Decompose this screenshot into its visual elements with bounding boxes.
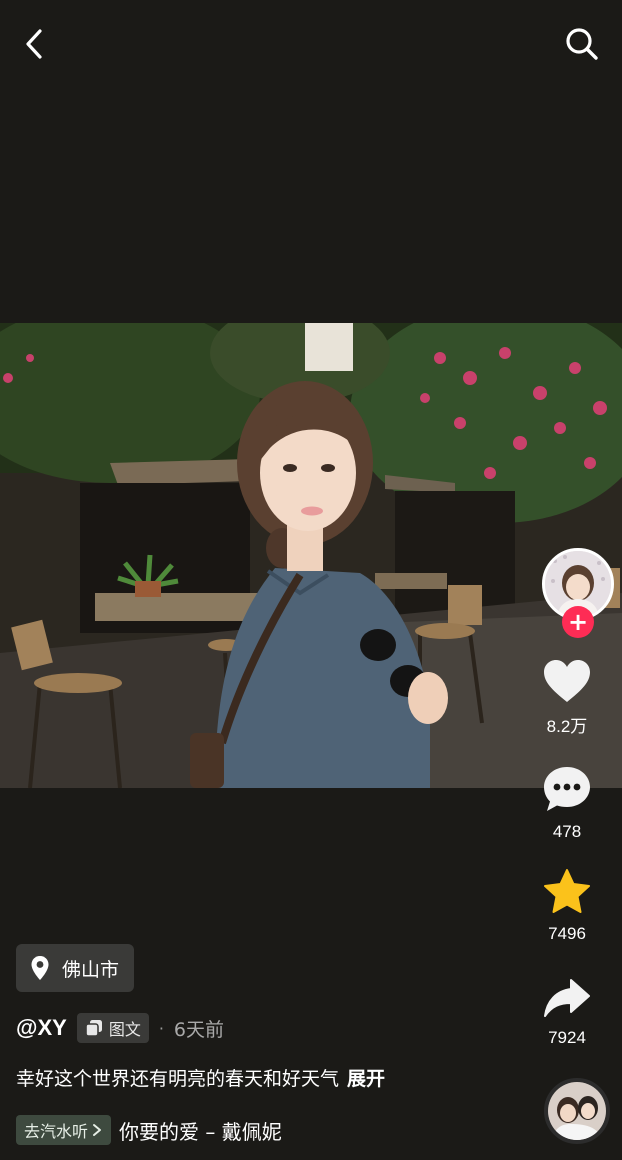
- chevron-left-icon: [26, 29, 42, 59]
- top-bar: [0, 0, 622, 90]
- post-type-label: 图文: [108, 1020, 141, 1039]
- location-tag[interactable]: 佛山市: [16, 944, 135, 992]
- location-pin-icon: [31, 956, 49, 980]
- like-button[interactable]: 8.2万: [512, 658, 622, 737]
- comment-button[interactable]: 478: [512, 764, 622, 842]
- music-row: 去汽水听 你要的爱 – 戴佩妮: [16, 1114, 282, 1146]
- location-label: 佛山市: [62, 958, 120, 981]
- chevron-right-icon: [93, 1124, 102, 1136]
- caption-text: 幸好这个世界还有明亮的春天和好天气: [16, 1068, 340, 1090]
- go-listen-label: 去汽水听: [24, 1122, 89, 1141]
- post-type-badge: 图文: [76, 1013, 149, 1043]
- go-listen-button[interactable]: 去汽水听: [16, 1115, 112, 1145]
- favorite-count: 7496: [548, 924, 586, 943]
- post-time: 6天前: [173, 1018, 225, 1041]
- music-cover-icon: [548, 1082, 606, 1140]
- separator-dot: ·: [158, 1018, 164, 1038]
- comment-count: 478: [552, 822, 582, 841]
- image-text-icon: [85, 1020, 102, 1037]
- share-button[interactable]: 7924: [512, 976, 622, 1048]
- back-button[interactable]: [14, 24, 54, 64]
- post-caption: 幸好这个世界还有明亮的春天和好天气 展开: [16, 1064, 385, 1091]
- music-disc[interactable]: [544, 1078, 610, 1144]
- song-title[interactable]: 你要的爱 – 戴佩妮: [119, 1116, 282, 1145]
- expand-button[interactable]: 展开: [347, 1068, 385, 1090]
- favorite-button[interactable]: 7496: [512, 868, 622, 944]
- follow-button[interactable]: +: [562, 606, 594, 638]
- like-count: 8.2万: [546, 717, 588, 736]
- search-button[interactable]: [562, 24, 602, 64]
- author-username[interactable]: @XY: [16, 1015, 67, 1041]
- heart-icon: [544, 660, 590, 702]
- star-icon: [544, 869, 590, 913]
- share-arrow-icon: [544, 979, 590, 1017]
- share-count: 7924: [548, 1028, 586, 1047]
- post-meta: @XY 图文 · 6天前: [16, 1010, 224, 1046]
- comment-bubble-icon: [544, 767, 590, 811]
- author-avatar-container[interactable]: +: [542, 548, 614, 638]
- search-icon: [566, 28, 598, 60]
